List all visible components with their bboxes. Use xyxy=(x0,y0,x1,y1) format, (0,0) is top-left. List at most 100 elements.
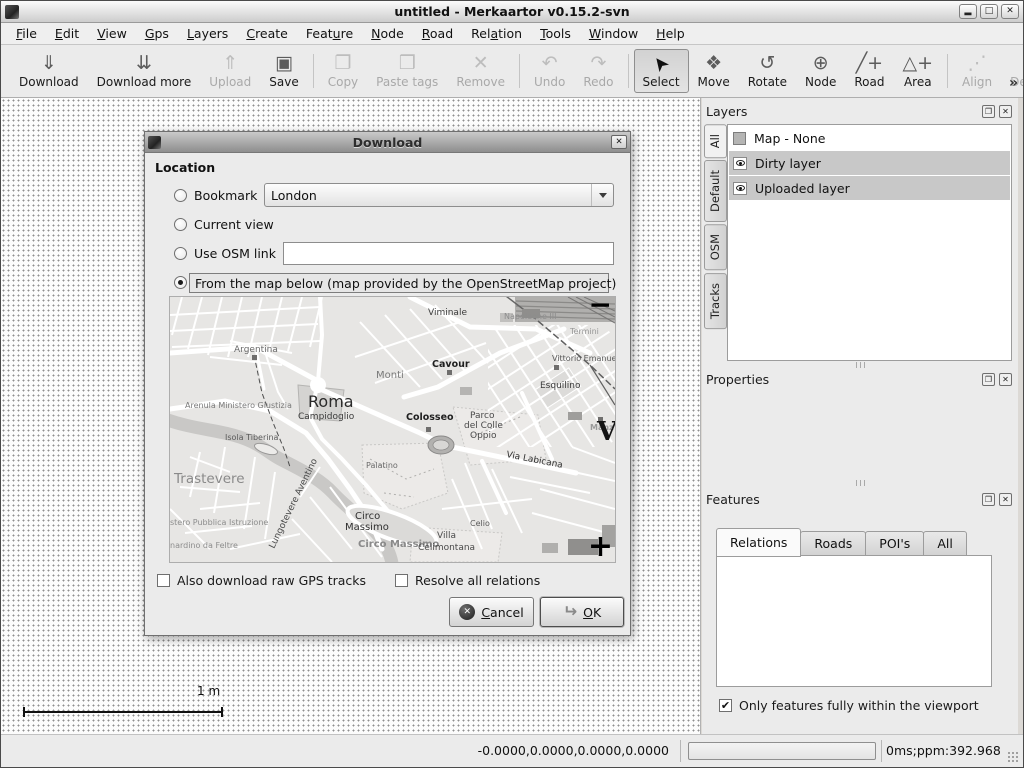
toolbar-button-label: Remove xyxy=(456,75,505,89)
layer-row-map[interactable]: Map - None xyxy=(729,126,1010,150)
download-button[interactable]: ⇓ Download xyxy=(10,49,88,93)
layers-vertical-tab[interactable]: OSM xyxy=(704,224,727,270)
menu-item[interactable]: View xyxy=(88,24,136,43)
properties-float-icon[interactable]: ❐ xyxy=(982,373,995,386)
menu-item[interactable]: Layers xyxy=(178,24,237,43)
area-button[interactable]: △+ Area xyxy=(893,49,942,93)
layer-row-dirty[interactable]: Dirty layer xyxy=(729,151,1010,175)
remove-x-icon: ✕ xyxy=(473,52,489,75)
undo-button[interactable]: ↶ Undo xyxy=(525,49,574,93)
cancel-button-label: Cancel xyxy=(481,605,523,620)
resize-grip[interactable] xyxy=(1007,751,1020,764)
menu-item[interactable]: Road xyxy=(413,24,462,43)
map-zoom-in-button[interactable]: + xyxy=(588,532,613,562)
menu-item[interactable]: Relation xyxy=(462,24,531,43)
map-label: Colosseo xyxy=(406,412,454,423)
layer-label: Dirty layer xyxy=(755,156,821,171)
menu-item[interactable]: Create xyxy=(237,24,297,43)
map-label: Isola Tiberina xyxy=(225,433,279,442)
gps-tracks-checkbox[interactable] xyxy=(157,574,170,587)
from-map-radio-label[interactable]: From the map below (map provided by the … xyxy=(189,273,609,293)
close-button[interactable]: ✕ xyxy=(1001,4,1019,19)
menu-item[interactable]: Help xyxy=(647,24,694,43)
layers-vertical-tab[interactable]: All xyxy=(704,124,727,158)
redo-button[interactable]: ↷ Redo xyxy=(574,49,622,93)
dock-panel: Layers ❐ ✕ AllDefaultOSMTracks Map - Non… xyxy=(702,98,1018,734)
status-bar: -0.0000,0.0000,0.0000,0.0000 0ms;ppm:392… xyxy=(1,734,1023,767)
map-graphic: ViminaleNapoleone IIITerminiCavourMontiV… xyxy=(170,297,615,562)
progress-bar xyxy=(688,742,876,760)
features-close-icon[interactable]: ✕ xyxy=(999,493,1012,506)
features-tab-bar: RelationsRoadsPOI'sAll xyxy=(716,528,966,557)
maximize-button[interactable]: □ xyxy=(980,4,998,19)
dialog-title-bar[interactable]: Download ✕ xyxy=(145,132,630,153)
features-tab[interactable]: Relations xyxy=(716,528,801,557)
map-label: Esquilino xyxy=(540,381,581,391)
map-label: Arenula Ministero Giustizia xyxy=(185,401,292,410)
features-list[interactable] xyxy=(716,555,992,687)
viewport-checkbox[interactable]: ✔ xyxy=(719,699,732,712)
layers-vertical-tab[interactable]: Default xyxy=(704,160,727,222)
features-tab[interactable]: Roads xyxy=(800,531,866,557)
dialog-close-button[interactable]: ✕ xyxy=(611,135,627,149)
remove-button[interactable]: ✕ Remove xyxy=(447,49,514,93)
properties-close-icon[interactable]: ✕ xyxy=(999,373,1012,386)
paste-tags-button[interactable]: ❒ Paste tags xyxy=(367,49,447,93)
title-bar[interactable]: untitled - Merkaartor v0.15.2-svn ▂ □ ✕ xyxy=(1,1,1023,23)
bookmark-combobox[interactable]: London xyxy=(264,183,614,207)
select-button[interactable]: ➤ Select xyxy=(634,49,689,93)
copy-button[interactable]: ❐ Copy xyxy=(319,49,367,93)
visible-eye-icon[interactable] xyxy=(733,182,747,195)
map-label: Roma xyxy=(308,392,354,411)
rotate-button[interactable]: ↺ Rotate xyxy=(739,49,796,93)
resolve-relations-checkbox[interactable] xyxy=(395,574,408,587)
menu-item[interactable]: Tools xyxy=(531,24,580,43)
menu-item[interactable]: Edit xyxy=(46,24,88,43)
menu-item[interactable]: File xyxy=(7,24,46,43)
save-button[interactable]: ▣ Save xyxy=(260,49,307,93)
menu-item[interactable]: Window xyxy=(580,24,647,43)
map-label: Cavour xyxy=(432,359,470,370)
map-label: Parco xyxy=(470,411,495,421)
menu-item[interactable]: Gps xyxy=(136,24,178,43)
bookmark-radio[interactable] xyxy=(174,189,187,202)
scale-bar-label: 1 m xyxy=(197,684,220,698)
cancel-button[interactable]: ✕ Cancel xyxy=(449,597,534,627)
layer-row-uploaded[interactable]: Uploaded layer xyxy=(729,176,1010,200)
layers-float-icon[interactable]: ❐ xyxy=(982,105,995,118)
toolbar-button-label: Save xyxy=(269,75,298,89)
road-button[interactable]: ╱+ Road xyxy=(845,49,893,93)
node-button[interactable]: ⊕ Node xyxy=(796,49,845,93)
dock-splitter[interactable] xyxy=(702,361,1018,369)
menu-item[interactable]: Node xyxy=(362,24,413,43)
toolbar-overflow-chevron-icon[interactable]: » xyxy=(1009,75,1018,91)
layer-checkbox-icon[interactable] xyxy=(733,132,746,145)
features-tab[interactable]: All xyxy=(923,531,967,557)
menu-item[interactable]: Feature xyxy=(297,24,362,43)
move-button[interactable]: ❖ Move xyxy=(689,49,739,93)
layer-label: Map - None xyxy=(754,131,825,146)
toolbar-button-label: Area xyxy=(904,75,932,89)
visible-eye-icon[interactable] xyxy=(733,157,747,170)
ok-button-label: OK xyxy=(583,605,601,620)
download-more-button[interactable]: ⇊ Download more xyxy=(88,49,201,93)
minimize-button[interactable]: ▂ xyxy=(959,4,977,19)
download-map-preview[interactable]: ViminaleNapoleone IIITerminiCavourMontiV… xyxy=(170,297,615,562)
dock-splitter[interactable] xyxy=(702,479,1018,487)
current-view-radio[interactable] xyxy=(174,218,187,231)
bookmark-combobox-value: London xyxy=(265,188,591,203)
map-zoom-out-button[interactable]: − xyxy=(589,291,612,319)
combobox-dropdown-button[interactable] xyxy=(591,184,613,206)
layers-close-icon[interactable]: ✕ xyxy=(999,105,1012,118)
osm-link-input[interactable] xyxy=(283,242,614,265)
osm-link-radio[interactable] xyxy=(174,247,187,260)
map-label: Massimo xyxy=(345,522,389,533)
location-section-label: Location xyxy=(155,160,215,175)
from-map-radio[interactable] xyxy=(174,276,187,289)
features-tab[interactable]: POI's xyxy=(865,531,924,557)
upload-button[interactable]: ⇑ Upload xyxy=(200,49,260,93)
layers-vertical-tab[interactable]: Tracks xyxy=(704,273,727,329)
features-float-icon[interactable]: ❐ xyxy=(982,493,995,506)
ok-button[interactable]: ↵ OK xyxy=(540,597,624,627)
align-button[interactable]: ⋰ Align xyxy=(953,49,1001,93)
